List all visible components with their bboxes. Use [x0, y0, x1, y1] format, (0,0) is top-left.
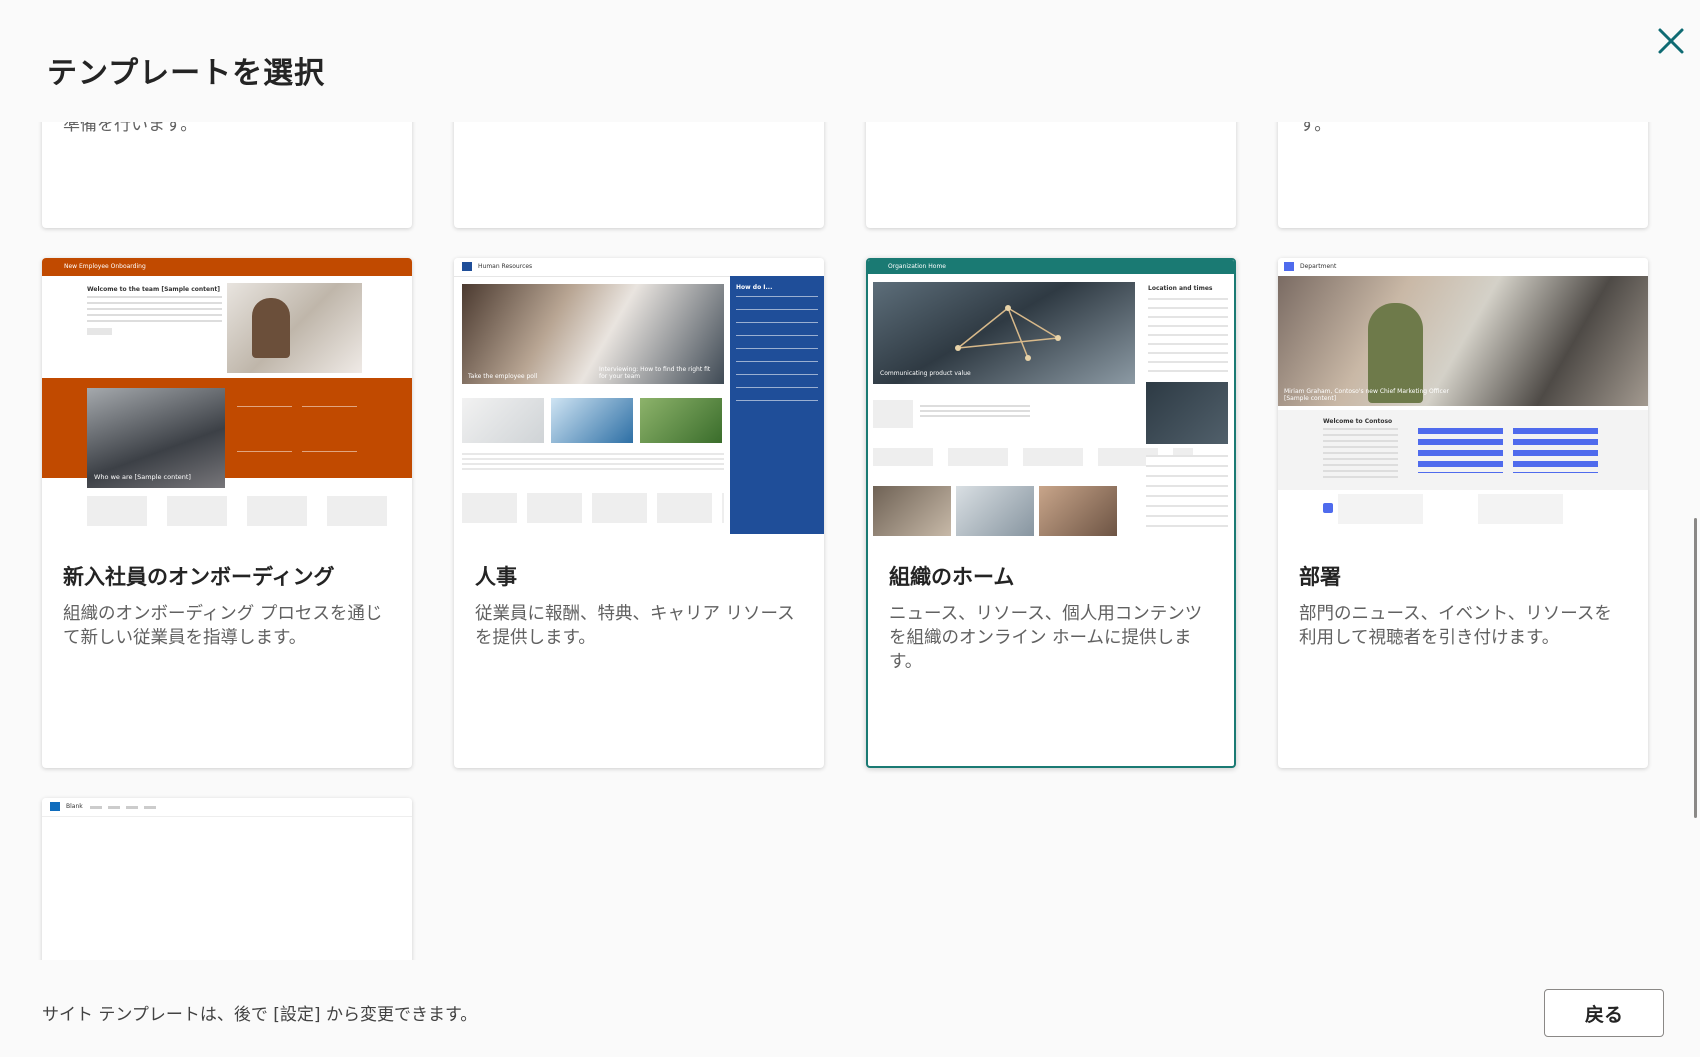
card-title: 組織のホーム — [889, 565, 1015, 589]
template-thumbnail: Human Resources Take the employee poll I… — [454, 258, 824, 534]
template-thumbnail: Department Miriam Graham, Contoso's new … — [1278, 258, 1648, 534]
thumb-caption: Miriam Graham, Contoso's new Chief Marke… — [1284, 388, 1449, 402]
back-button[interactable]: 戻る — [1544, 989, 1664, 1037]
template-card-top-3[interactable] — [866, 122, 1236, 228]
card-description-fragment: す。 — [1299, 122, 1332, 135]
card-description: 部門のニュース、イベント、リソースを利用して視聴者を引き付けます。 — [1299, 604, 1612, 648]
network-illustration — [955, 305, 1061, 361]
thumb-side-title: Location and times — [1148, 285, 1213, 292]
thumb-caption: Communicating product value — [880, 370, 971, 377]
template-thumbnail: Blank — [42, 798, 412, 960]
template-card-top-4[interactable]: す。 — [1278, 122, 1648, 228]
thumb-site-name: Human Resources — [478, 263, 533, 270]
dialog-title: テンプレートを選択 — [47, 56, 326, 91]
card-title: 人事 — [475, 565, 517, 589]
scrollbar[interactable] — [1694, 518, 1697, 818]
card-description-fragment: 準備を行います。 — [63, 122, 198, 135]
thumb-caption-2: Interviewing: How to find the right fit … — [599, 366, 711, 380]
thumb-site-name: Department — [1300, 263, 1337, 270]
thumb-site-name: New Employee Onboarding — [64, 263, 146, 270]
template-card-hr[interactable]: Human Resources Take the employee poll I… — [454, 258, 824, 768]
close-button[interactable] — [1650, 20, 1692, 62]
template-card-onboarding[interactable]: New Employee Onboarding Welcome to the t… — [42, 258, 412, 768]
thumb-section: Welcome to Contoso — [1323, 418, 1393, 425]
thumb-side-title: How do I... — [736, 284, 773, 291]
template-dialog: テンプレートを選択 準備を行います。 す。 New Employee Onboa… — [0, 0, 1700, 1057]
card-description: 組織のオンボーディング プロセスを通じて新しい従業員を指導します。 — [63, 604, 383, 648]
template-card-blank[interactable]: Blank — [42, 798, 412, 960]
thumb-heading: Welcome to the team [Sample content] — [87, 286, 220, 293]
thumb-site-name: Blank — [66, 803, 83, 810]
template-card-department[interactable]: Department Miriam Graham, Contoso's new … — [1278, 258, 1648, 768]
card-description: ニュース、リソース、個人用コンテンツを組織のオンライン ホームに提供します。 — [889, 604, 1203, 672]
card-description: 従業員に報酬、特典、キャリア リソースを提供します。 — [475, 604, 795, 648]
thumb-caption-1: Take the employee poll — [468, 373, 538, 380]
template-card-organization-home[interactable]: Organization Home Communicating product … — [866, 258, 1236, 768]
template-thumbnail: Organization Home Communicating product … — [868, 260, 1234, 536]
thumb-caption: Who we are [Sample content] — [94, 473, 191, 481]
footer-note: サイト テンプレートは、後で [設定] から変更できます。 — [42, 1005, 478, 1025]
close-icon — [1658, 28, 1684, 54]
template-thumbnail: New Employee Onboarding Welcome to the t… — [42, 258, 412, 534]
thumb-site-name: Organization Home — [888, 263, 946, 270]
card-title: 新入社員のオンボーディング — [63, 565, 335, 589]
template-card-top-1[interactable]: 準備を行います。 — [42, 122, 412, 228]
card-title: 部署 — [1299, 565, 1341, 589]
template-grid: 準備を行います。 す。 New Employee Onboarding Welc… — [0, 122, 1690, 960]
template-card-top-2[interactable] — [454, 122, 824, 228]
